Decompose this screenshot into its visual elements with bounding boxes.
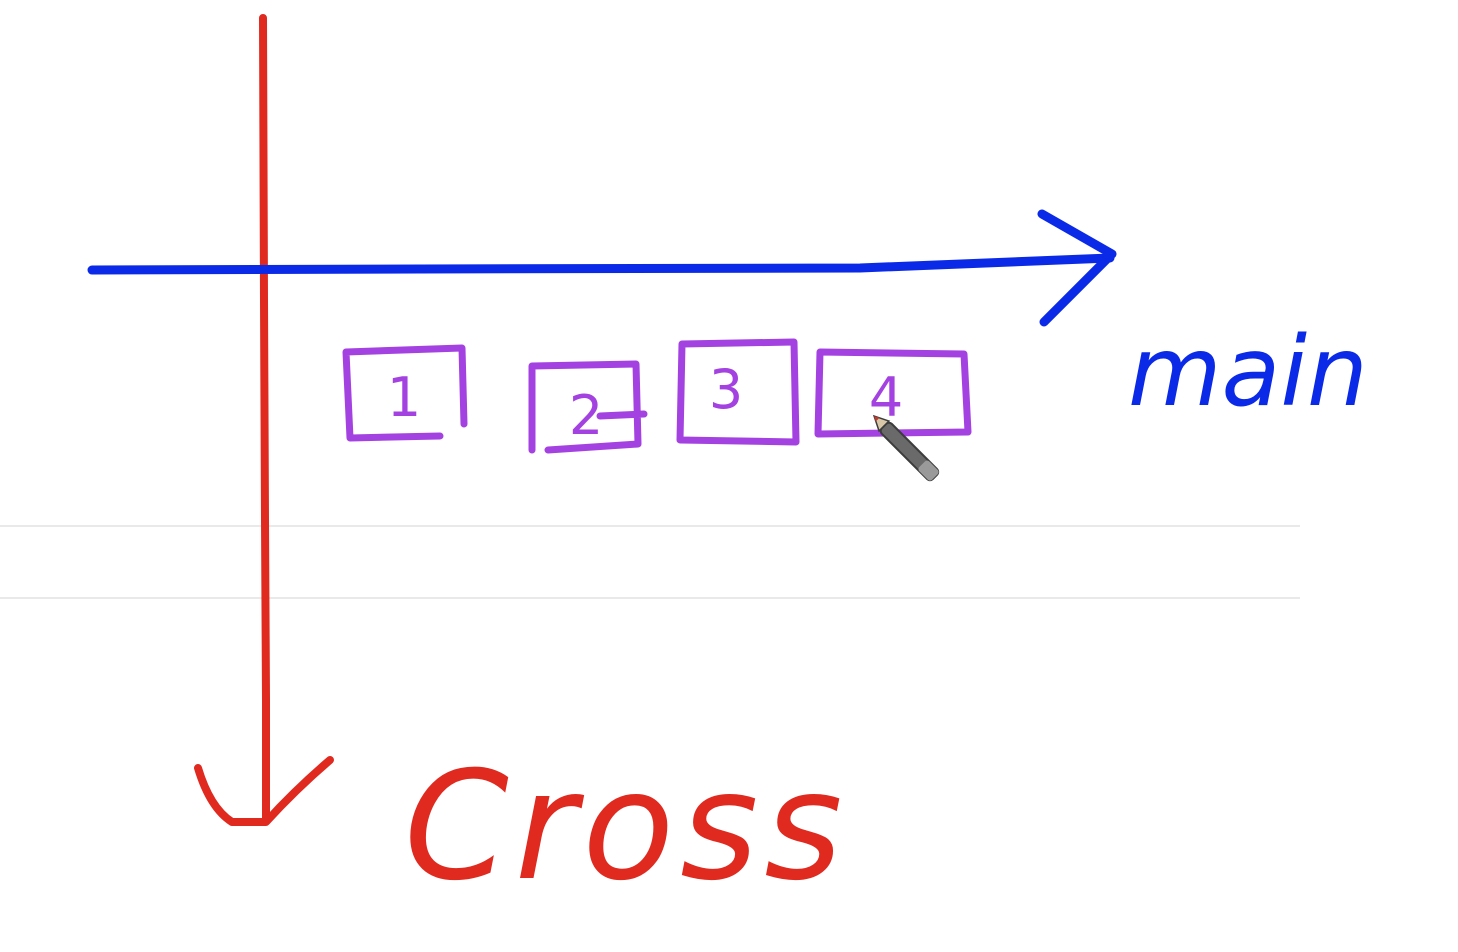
flex-item-2: 2 <box>528 360 648 454</box>
flex-item-label: 2 <box>569 384 603 447</box>
flex-item-3: 3 <box>676 338 800 446</box>
flex-item-label: 1 <box>387 366 421 429</box>
flex-items: 1 2 3 4 <box>342 338 972 454</box>
flex-item-1: 1 <box>342 344 468 442</box>
main-axis <box>87 209 1117 327</box>
pen-cursor-icon <box>872 414 940 482</box>
cross-axis-label: Cross <box>404 740 848 914</box>
cross-axis <box>194 14 334 826</box>
main-axis-arrowhead <box>1037 209 1117 327</box>
flex-item-label: 3 <box>709 358 743 421</box>
main-axis-label: main <box>1128 316 1368 428</box>
main-axis-line <box>87 253 1115 275</box>
cross-axis-line <box>259 14 270 824</box>
whiteboard-canvas: main Cross 1 2 3 4 <box>0 14 1368 914</box>
flex-item-4: 4 <box>814 348 972 438</box>
